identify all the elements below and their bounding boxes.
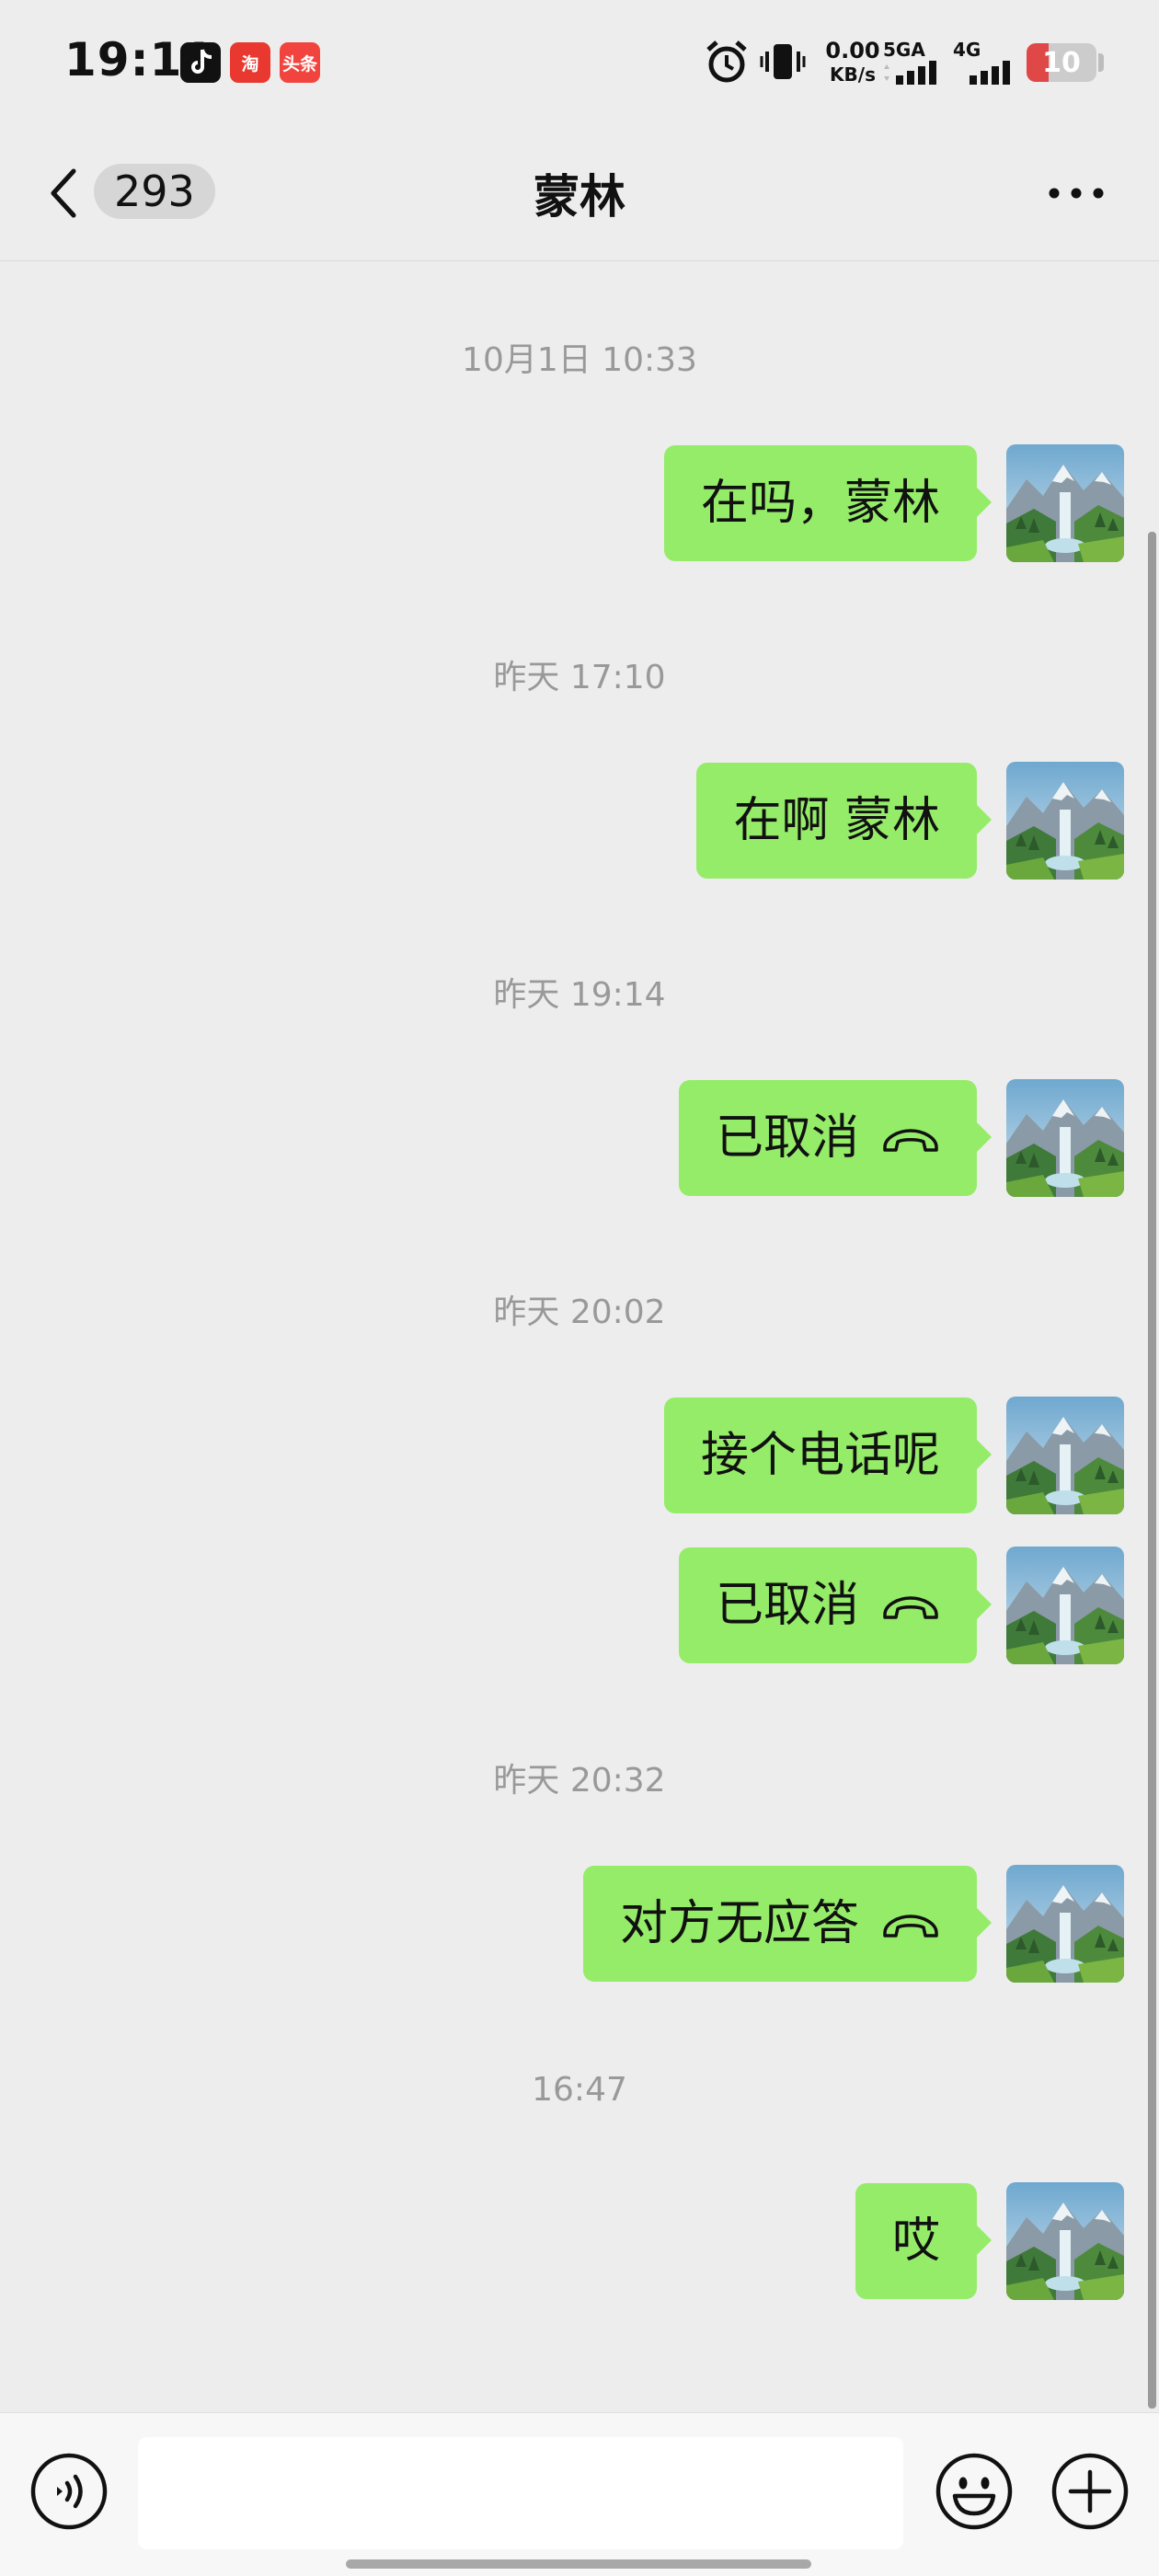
timestamp: 昨天 20:02	[493, 1294, 666, 1331]
call-message-bubble[interactable]: 已取消	[678, 1547, 993, 1663]
call-message-bubble[interactable]: 已取消	[678, 1079, 993, 1196]
avatar[interactable]	[1006, 1865, 1124, 1983]
message-text: 哎	[891, 2214, 940, 2269]
plus-icon[interactable]	[1050, 2452, 1130, 2531]
scrollbar[interactable]	[1148, 532, 1156, 2409]
toutiao-label: 头条	[281, 54, 317, 75]
timestamp: 昨天 19:14	[493, 976, 666, 1014]
phone-hangup-icon	[881, 1865, 940, 1981]
call-message-bubble[interactable]: 对方无应答	[582, 1865, 993, 1982]
taobao-icon: 淘	[230, 42, 270, 83]
vibrate-icon	[760, 44, 806, 79]
phone-hangup-icon	[881, 1079, 940, 1195]
message-bubble[interactable]: 哎	[855, 2183, 993, 2299]
message-bubble[interactable]: 在吗，蒙林	[663, 445, 993, 561]
home-indicator[interactable]	[346, 2559, 811, 2569]
tiktok-icon	[180, 42, 221, 83]
timestamp: 10月1日 10:33	[462, 341, 697, 379]
battery-level: 10	[1042, 47, 1081, 79]
net-speed: 0.00 KB/s	[820, 39, 885, 86]
alarm-icon	[706, 40, 747, 83]
message-text: 接个电话呢	[700, 1428, 940, 1483]
message-input[interactable]	[138, 2437, 903, 2549]
chat-title: 蒙林	[534, 170, 625, 224]
status-bar: 19:11 淘 头条 0.00 KB/s 5GA 4G 10	[0, 0, 1159, 129]
message-bubble[interactable]: 接个电话呢	[663, 1397, 993, 1513]
timestamp: 昨天 20:32	[493, 1762, 666, 1800]
battery-icon: 10	[1027, 43, 1096, 82]
voice-icon[interactable]	[29, 2452, 109, 2531]
avatar[interactable]	[1006, 1397, 1124, 1514]
input-bar	[0, 2412, 1159, 2576]
signal-icon-2	[970, 61, 1010, 85]
avatar[interactable]	[1006, 444, 1124, 562]
message-bubble[interactable]: 在啊 蒙林	[696, 763, 992, 879]
battery-tip	[1098, 53, 1104, 72]
net-speed-unit: KB/s	[830, 63, 876, 86]
avatar[interactable]	[1006, 2182, 1124, 2300]
emoji-icon[interactable]	[935, 2452, 1014, 2531]
phone-hangup-icon	[881, 1547, 940, 1662]
toutiao-icon: 头条	[280, 42, 320, 83]
network-4g-label: 4G	[953, 39, 981, 61]
taobao-label: 淘	[241, 54, 259, 75]
timestamp: 昨天 17:10	[493, 659, 666, 696]
avatar[interactable]	[1006, 1079, 1124, 1197]
message-text: 在吗，蒙林	[700, 476, 940, 531]
message-text: 在啊 蒙林	[733, 793, 940, 848]
avatar[interactable]	[1006, 1547, 1124, 1664]
ellipsis-icon[interactable]	[1047, 175, 1106, 212]
signal-icon	[884, 61, 936, 85]
avatar[interactable]	[1006, 762, 1124, 880]
message-text: 已取消	[715, 1578, 859, 1633]
timestamp: 16:47	[532, 2071, 627, 2109]
message-text: 已取消	[715, 1110, 859, 1166]
net-speed-value: 0.00	[825, 38, 880, 63]
network-5ga-label: 5GA	[883, 39, 925, 61]
message-text: 对方无应答	[619, 1896, 859, 1951]
